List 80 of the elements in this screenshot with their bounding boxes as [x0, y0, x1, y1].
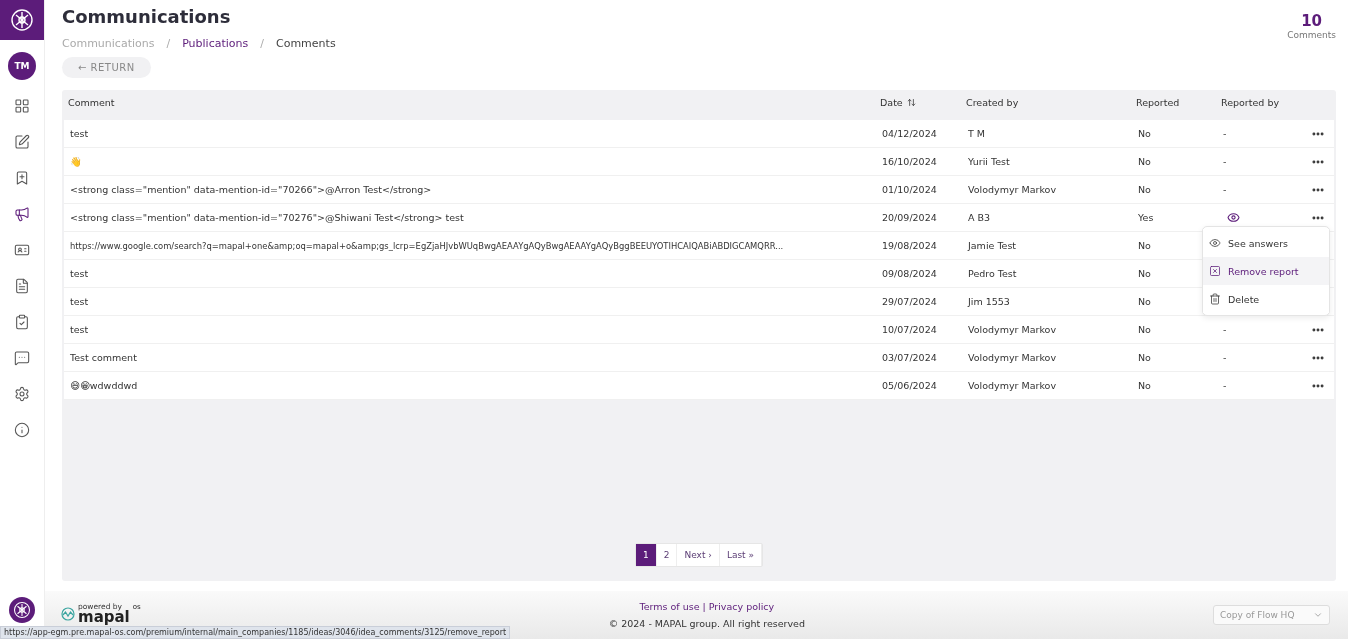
author-cell: Yurii Test — [968, 156, 1010, 167]
date-cell: 16/10/2024 — [882, 156, 937, 167]
menu-item[interactable]: Delete — [1203, 285, 1329, 313]
date-cell: 03/07/2024 — [882, 352, 937, 363]
author-cell: Volodymyr Markov — [968, 184, 1056, 195]
copyright-text: © 2024 - MAPAL group. All right reserved — [608, 618, 805, 629]
status-bar-url: https://app-egm.pre.mapal-os.com/premium/internal/main_companies/1185/ideas/3046/idea_comments/3125/remove_report — [0, 626, 511, 639]
author-cell: Pedro Test — [968, 268, 1017, 279]
reported-cell: No — [1138, 324, 1151, 335]
author-cell: Volodymyr Markov — [968, 380, 1056, 391]
reported-cell: No — [1138, 352, 1151, 363]
reported-cell: No — [1138, 380, 1151, 391]
comment-cell: 👋 — [70, 156, 82, 167]
reported-cell: No — [1138, 268, 1151, 279]
reported-by-cell: - — [1223, 184, 1227, 195]
author-cell: T M — [968, 128, 986, 139]
menu-item[interactable]: See answers — [1203, 229, 1329, 257]
author-cell: Jim 1553 — [968, 296, 1010, 307]
footer-link[interactable]: Terms of use — [639, 601, 700, 612]
user-avatar[interactable]: TM — [8, 52, 36, 80]
trash-icon — [1209, 293, 1221, 305]
brand-logo-icon — [61, 606, 75, 621]
column-header: Created by — [966, 97, 1020, 108]
reported-cell: No — [1138, 156, 1151, 167]
date-cell: 04/12/2024 — [882, 128, 937, 139]
date-cell: 09/08/2024 — [882, 268, 937, 279]
date-cell: 19/08/2024 — [882, 240, 937, 251]
page-button[interactable]: 1 — [636, 544, 657, 566]
count-label: Comments — [1287, 30, 1336, 40]
author-cell: A B3 — [968, 212, 991, 223]
column-header: Comment — [68, 97, 116, 108]
remove-icon — [1209, 265, 1221, 277]
logo-icon — [13, 601, 31, 619]
footer-link[interactable]: Privacy policy — [708, 601, 775, 612]
reported-by-cell: - — [1223, 128, 1227, 139]
comment-cell: 😄😁wdwddwd — [70, 380, 138, 391]
breadcrumb-separator: / — [260, 37, 264, 50]
comment-count: 10 — [1301, 12, 1323, 30]
comment-cell: <strong class="mention" data-mention-id="70276">@Shiwani Test</strong> test — [70, 212, 464, 223]
breadcrumb-item[interactable]: Publications — [182, 37, 249, 50]
column-header[interactable]: Date — [880, 97, 966, 108]
reported-by-cell: - — [1223, 352, 1227, 363]
breadcrumb-item[interactable]: Comments — [276, 37, 336, 50]
reported-cell: No — [1138, 240, 1151, 251]
comment-cell: <strong class="mention" data-mention-id="70266">@Arron Test</strong> — [70, 184, 432, 195]
logo-icon — [10, 8, 34, 32]
reported-cell: No — [1138, 296, 1151, 307]
comment-cell: https://www.google.com/search?q=mapal+one&amp;oq=mapal+o&amp;gs_lcrp=EgZjaHJvbWUqBwgAEAAYgAQyBwgAEAAYgAQyBggBEEUYOTIHCAIQABiABDIGCAMQRR... — [70, 240, 784, 251]
reported-by-cell: - — [1223, 156, 1227, 167]
menu-item[interactable]: Remove report — [1203, 257, 1329, 285]
author-cell: Jamie Test — [968, 240, 1017, 251]
date-cell: 05/06/2024 — [882, 380, 937, 391]
reported-cell: Yes — [1138, 212, 1154, 223]
comment-cell: test — [70, 268, 89, 279]
reported-cell: No — [1138, 184, 1151, 195]
app-switcher-button[interactable] — [9, 597, 35, 623]
brand-name: mapal — [78, 610, 130, 625]
breadcrumb-separator: / — [166, 37, 171, 50]
chevron-icon — [1313, 610, 1323, 620]
date-cell: 10/07/2024 — [882, 324, 937, 335]
comment-cell: test — [70, 296, 89, 307]
eye-icon — [1209, 237, 1221, 249]
reported-by-cell: - — [1223, 380, 1227, 391]
reported-by-cell: - — [1223, 324, 1227, 335]
reported-cell: No — [1138, 128, 1151, 139]
comment-cell: test — [70, 324, 89, 335]
comment-cell: Test comment — [70, 352, 137, 363]
date-cell: 29/07/2024 — [882, 296, 937, 307]
link-separator: | — [702, 601, 706, 612]
date-cell: 20/09/2024 — [882, 212, 937, 223]
view-reporters-icon[interactable] — [1227, 211, 1240, 224]
author-cell: Volodymyr Markov — [968, 352, 1056, 363]
page-title: Communications — [62, 6, 232, 27]
column-header: Reported — [1136, 97, 1181, 108]
date-cell: 01/10/2024 — [882, 184, 937, 195]
sort-icon[interactable] — [906, 98, 916, 107]
author-cell: Volodymyr Markov — [968, 324, 1056, 335]
comment-cell: test — [70, 128, 89, 139]
column-header: Reported by — [1221, 97, 1281, 108]
app-logo[interactable] — [0, 0, 44, 40]
